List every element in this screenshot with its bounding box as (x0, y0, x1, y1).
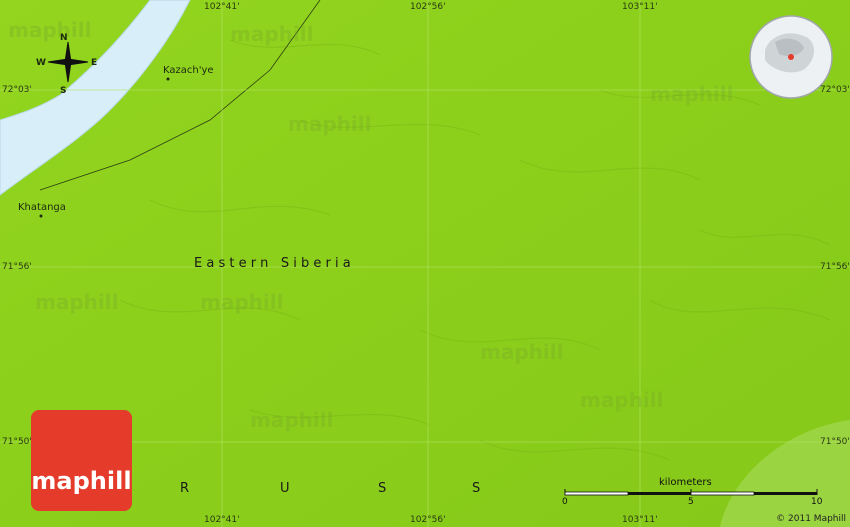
compass-south: S (60, 86, 67, 96)
scale-tick: 0 (562, 497, 568, 507)
watermark: maphill (580, 388, 664, 412)
coord-left: 71°56' (2, 262, 32, 272)
coord-left: 72°03' (2, 85, 32, 95)
coord-top: 102°56' (410, 2, 446, 12)
coord-bottom: 102°41' (204, 515, 240, 525)
country-letter: S (378, 481, 387, 496)
country-letter: U (280, 481, 290, 496)
watermark: maphill (8, 18, 92, 42)
map-canvas[interactable]: maphill maphill maphill maphill maphill … (0, 0, 850, 527)
place-khatanga[interactable]: Khatanga (18, 202, 66, 213)
compass-east: E (91, 58, 98, 68)
scale-bar: kilometers 0 5 10 (559, 477, 829, 517)
watermark: maphill (650, 82, 734, 106)
watermark: maphill (230, 22, 314, 46)
coord-right: 71°56' (820, 262, 850, 272)
coord-right: 72°03' (820, 85, 850, 95)
coord-top: 103°11' (622, 2, 658, 12)
compass-west: W (36, 58, 46, 68)
watermark: maphill (250, 408, 334, 432)
coord-top: 102°41' (204, 2, 240, 12)
region-label: E a s t e r n S i b e r i a (194, 256, 351, 271)
maphill-logo[interactable]: maphill (31, 410, 132, 511)
country-letter: S (472, 481, 481, 496)
copyright: © 2011 Maphill (776, 514, 846, 524)
watermark: maphill (288, 112, 372, 136)
scale-ruler (564, 489, 818, 496)
place-kazachye[interactable]: Kazach'ye (163, 65, 214, 76)
coord-right: 71°50' (820, 437, 850, 447)
compass-north: N (60, 33, 68, 43)
scale-tick: 10 (811, 497, 823, 507)
country-letter: R (180, 481, 190, 496)
watermark: maphill (200, 290, 284, 314)
watermark: maphill (480, 340, 564, 364)
coord-left: 71°50' (2, 437, 32, 447)
coord-bottom: 102°56' (410, 515, 446, 525)
watermark: maphill (35, 290, 119, 314)
maphill-logo-text: maphill (31, 467, 132, 495)
scale-tick: 5 (688, 497, 694, 507)
